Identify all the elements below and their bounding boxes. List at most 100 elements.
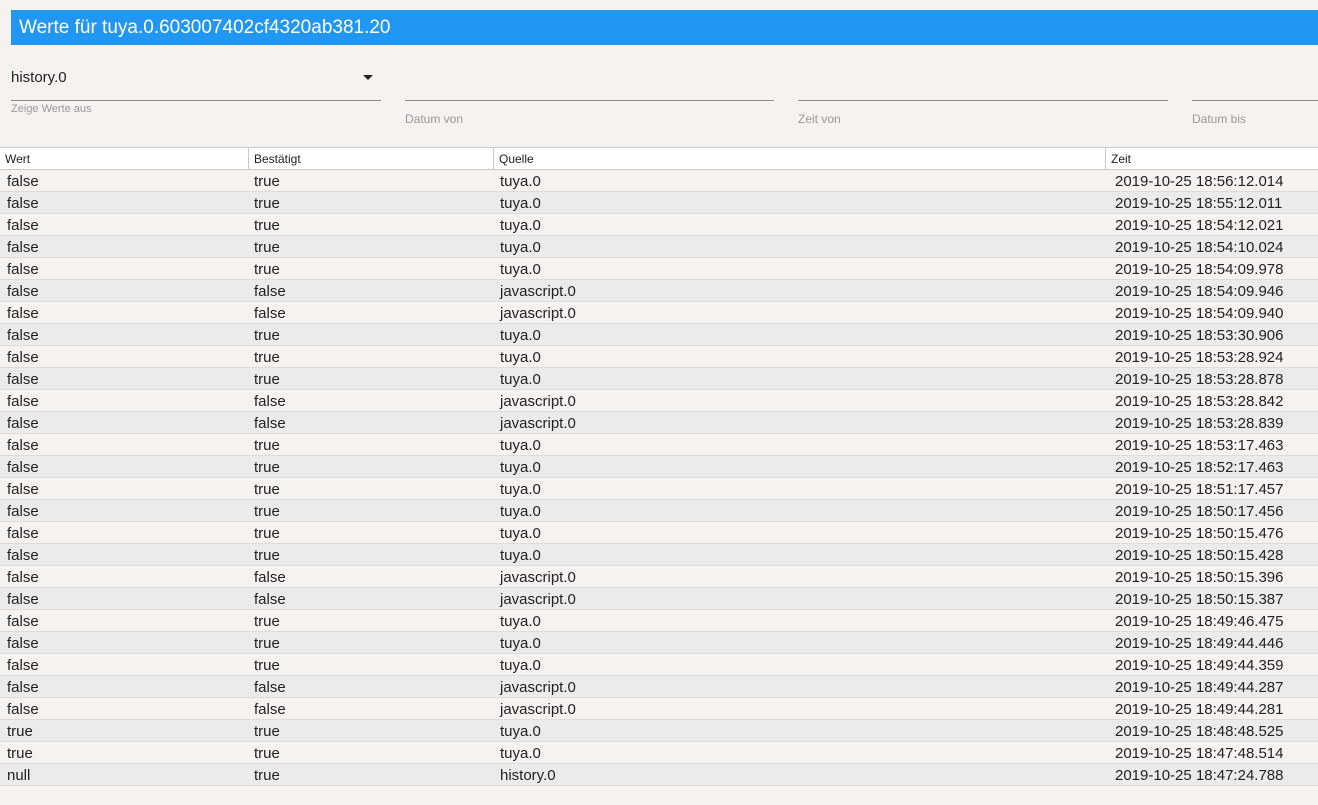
cell-bestaetigt: true bbox=[254, 239, 280, 256]
instance-select-helper: Zeige Werte aus bbox=[11, 103, 92, 115]
cell-zeit: 2019-10-25 18:56:12.014 bbox=[1115, 173, 1284, 190]
table-row[interactable]: false true tuya.0 2019-10-25 18:50:15.476 bbox=[0, 522, 1318, 544]
table-row[interactable]: true true tuya.0 2019-10-25 18:48:48.525 bbox=[0, 720, 1318, 742]
time-from-field[interactable]: Zeit von bbox=[798, 60, 1168, 130]
cell-quelle: tuya.0 bbox=[500, 459, 541, 476]
table-row[interactable]: false true tuya.0 2019-10-25 18:55:12.011 bbox=[0, 192, 1318, 214]
date-from-field[interactable]: Datum von bbox=[405, 60, 774, 130]
cell-bestaetigt: false bbox=[254, 701, 286, 718]
cell-wert: false bbox=[7, 503, 39, 520]
cell-zeit: 2019-10-25 18:47:24.788 bbox=[1115, 767, 1284, 784]
table-row[interactable]: false true tuya.0 2019-10-25 18:53:30.906 bbox=[0, 324, 1318, 346]
cell-quelle: tuya.0 bbox=[500, 261, 541, 278]
table-row[interactable]: false true tuya.0 2019-10-25 18:56:12.014 bbox=[0, 170, 1318, 192]
cell-bestaetigt: true bbox=[254, 613, 280, 630]
cell-quelle: javascript.0 bbox=[500, 305, 576, 322]
cell-bestaetigt: true bbox=[254, 437, 280, 454]
cell-quelle: tuya.0 bbox=[500, 547, 541, 564]
cell-wert: false bbox=[7, 657, 39, 674]
cell-wert: false bbox=[7, 327, 39, 344]
table-row[interactable]: false true tuya.0 2019-10-25 18:50:15.428 bbox=[0, 544, 1318, 566]
cell-quelle: tuya.0 bbox=[500, 635, 541, 652]
date-to-label: Datum bis bbox=[1192, 112, 1247, 126]
cell-bestaetigt: true bbox=[254, 371, 280, 388]
table-row[interactable]: false false javascript.0 2019-10-25 18:53:2… bbox=[0, 412, 1318, 434]
cell-bestaetigt: false bbox=[254, 569, 286, 586]
cell-bestaetigt: false bbox=[254, 415, 286, 432]
cell-wert: false bbox=[7, 459, 39, 476]
date-from-underline bbox=[405, 100, 774, 101]
instance-select[interactable]: history.0 Zeige Werte aus bbox=[11, 60, 381, 130]
cell-wert: false bbox=[7, 635, 39, 652]
table-row[interactable]: false false javascript.0 2019-10-25 18:49:4… bbox=[0, 676, 1318, 698]
table-row[interactable]: false true tuya.0 2019-10-25 18:49:44.359 bbox=[0, 654, 1318, 676]
cell-quelle: tuya.0 bbox=[500, 217, 541, 234]
cell-bestaetigt: true bbox=[254, 349, 280, 366]
table-row[interactable]: false true tuya.0 2019-10-25 18:53:17.463 bbox=[0, 434, 1318, 456]
cell-wert: null bbox=[7, 767, 31, 784]
cell-zeit: 2019-10-25 18:54:09.946 bbox=[1115, 283, 1284, 300]
cell-zeit: 2019-10-25 18:53:17.463 bbox=[1115, 437, 1284, 454]
table-row[interactable]: false true tuya.0 2019-10-25 18:50:17.456 bbox=[0, 500, 1318, 522]
column-header-wert[interactable]: Wert bbox=[0, 148, 248, 170]
table-row[interactable]: false true tuya.0 2019-10-25 18:49:44.446 bbox=[0, 632, 1318, 654]
cell-quelle: javascript.0 bbox=[500, 415, 576, 432]
table-row[interactable]: false true tuya.0 2019-10-25 18:49:46.475 bbox=[0, 610, 1318, 632]
cell-quelle: tuya.0 bbox=[500, 481, 541, 498]
cell-quelle: javascript.0 bbox=[500, 283, 576, 300]
cell-quelle: tuya.0 bbox=[500, 195, 541, 212]
table-row[interactable]: false true tuya.0 2019-10-25 18:53:28.878 bbox=[0, 368, 1318, 390]
table-row[interactable]: false true tuya.0 2019-10-25 18:53:28.924 bbox=[0, 346, 1318, 368]
cell-wert: true bbox=[7, 745, 33, 762]
table-row[interactable]: true true tuya.0 2019-10-25 18:47:48.514 bbox=[0, 742, 1318, 764]
cell-quelle: tuya.0 bbox=[500, 437, 541, 454]
table-row[interactable]: false false javascript.0 2019-10-25 18:54:0… bbox=[0, 280, 1318, 302]
cell-quelle: javascript.0 bbox=[500, 591, 576, 608]
date-to-underline bbox=[1192, 100, 1318, 101]
cell-quelle: tuya.0 bbox=[500, 349, 541, 366]
cell-quelle: tuya.0 bbox=[500, 371, 541, 388]
chevron-down-icon[interactable] bbox=[363, 75, 373, 80]
table-row[interactable]: false true tuya.0 2019-10-25 18:52:17.463 bbox=[0, 456, 1318, 478]
cell-bestaetigt: true bbox=[254, 459, 280, 476]
table-row[interactable]: false true tuya.0 2019-10-25 18:54:09.978 bbox=[0, 258, 1318, 280]
cell-wert: false bbox=[7, 613, 39, 630]
table-row[interactable]: false true tuya.0 2019-10-25 18:51:17.457 bbox=[0, 478, 1318, 500]
time-from-underline bbox=[798, 100, 1168, 101]
cell-bestaetigt: false bbox=[254, 591, 286, 608]
cell-quelle: javascript.0 bbox=[500, 393, 576, 410]
table-header: Wert Bestätigt Quelle Zeit bbox=[0, 147, 1318, 170]
cell-quelle: tuya.0 bbox=[500, 657, 541, 674]
table-row[interactable]: false false javascript.0 2019-10-25 18:50:1… bbox=[0, 566, 1318, 588]
column-header-quelle[interactable]: Quelle bbox=[493, 148, 1105, 170]
table-row[interactable]: false false javascript.0 2019-10-25 18:54:0… bbox=[0, 302, 1318, 324]
cell-zeit: 2019-10-25 18:55:12.011 bbox=[1115, 195, 1283, 212]
cell-wert: false bbox=[7, 415, 39, 432]
table-row[interactable]: false false javascript.0 2019-10-25 18:53:2… bbox=[0, 390, 1318, 412]
cell-bestaetigt: true bbox=[254, 173, 280, 190]
cell-wert: false bbox=[7, 701, 39, 718]
table-row[interactable]: false false javascript.0 2019-10-25 18:50:1… bbox=[0, 588, 1318, 610]
cell-wert: false bbox=[7, 437, 39, 454]
cell-wert: false bbox=[7, 283, 39, 300]
cell-wert: false bbox=[7, 239, 39, 256]
column-header-bestaetigt[interactable]: Bestätigt bbox=[248, 148, 493, 170]
cell-bestaetigt: true bbox=[254, 195, 280, 212]
table-row[interactable]: null true history.0 2019-10-25 18:47:24.788 bbox=[0, 764, 1318, 786]
table-row[interactable]: false true tuya.0 2019-10-25 18:54:12.021 bbox=[0, 214, 1318, 236]
cell-zeit: 2019-10-25 18:49:44.281 bbox=[1115, 701, 1284, 718]
cell-zeit: 2019-10-25 18:50:15.428 bbox=[1115, 547, 1284, 564]
cell-zeit: 2019-10-25 18:48:48.525 bbox=[1115, 723, 1284, 740]
table-row[interactable]: false false javascript.0 2019-10-25 18:49:4… bbox=[0, 698, 1318, 720]
cell-zeit: 2019-10-25 18:54:09.978 bbox=[1115, 261, 1284, 278]
table-row[interactable]: false true tuya.0 2019-10-25 18:54:10.024 bbox=[0, 236, 1318, 258]
column-header-zeit[interactable]: Zeit bbox=[1105, 148, 1318, 170]
cell-wert: false bbox=[7, 371, 39, 388]
cell-bestaetigt: true bbox=[254, 261, 280, 278]
cell-zeit: 2019-10-25 18:50:15.387 bbox=[1115, 591, 1284, 608]
cell-zeit: 2019-10-25 18:53:28.878 bbox=[1115, 371, 1284, 388]
cell-bestaetigt: true bbox=[254, 767, 280, 784]
table-body: false true tuya.0 2019-10-25 18:56:12.014 fa… bbox=[0, 170, 1318, 786]
date-to-field[interactable]: Datum bis bbox=[1192, 60, 1318, 130]
cell-quelle: tuya.0 bbox=[500, 239, 541, 256]
